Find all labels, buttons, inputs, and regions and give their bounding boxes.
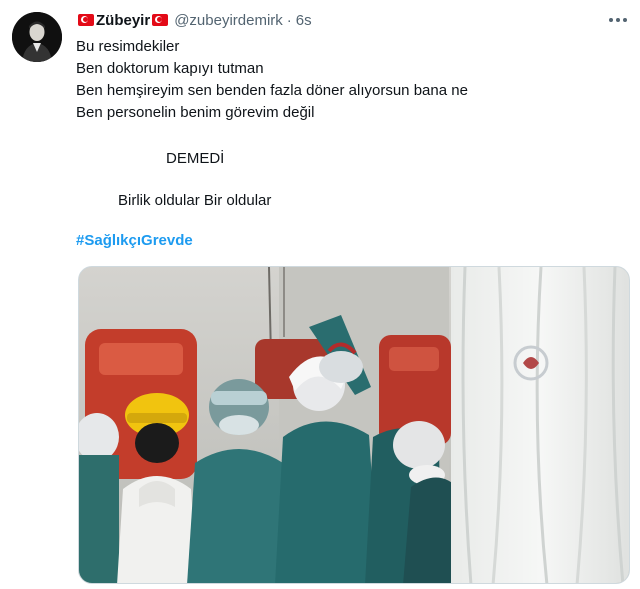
tweet: Zübeyir @zubeyirdemirk · 6s Bu resimdeki… — [0, 0, 640, 589]
tweet-line: DEMEDİ — [166, 150, 225, 167]
avatar-image — [12, 12, 62, 62]
hashtag-link[interactable]: #SağlıkçıGrevde — [76, 232, 193, 249]
more-options-icon[interactable] — [604, 10, 632, 30]
turkey-flag-icon — [152, 14, 169, 26]
turkey-flag-icon — [78, 14, 94, 26]
tweet-header: Zübeyir @zubeyirdemirk · 6s — [76, 9, 312, 31]
tweet-line: Ben hemşireyim sen benden fazla döner al… — [76, 82, 468, 99]
timestamp[interactable]: 6s — [296, 12, 312, 29]
tweet-line: Ben doktorum kapıyı tutman — [76, 60, 264, 77]
separator-dot: · — [286, 11, 292, 29]
display-name[interactable]: Zübeyir — [96, 12, 150, 29]
tweet-line: Birlik oldular Bir oldular — [118, 192, 272, 209]
avatar[interactable] — [12, 12, 62, 62]
user-handle[interactable]: @zubeyirdemirk — [174, 12, 283, 29]
media-image[interactable] — [78, 266, 630, 584]
tweet-line: Ben personelin benim görevim değil — [76, 104, 315, 121]
hospital-scene-photo — [79, 267, 629, 583]
tweet-line: Bu resimdekiler — [76, 38, 180, 55]
